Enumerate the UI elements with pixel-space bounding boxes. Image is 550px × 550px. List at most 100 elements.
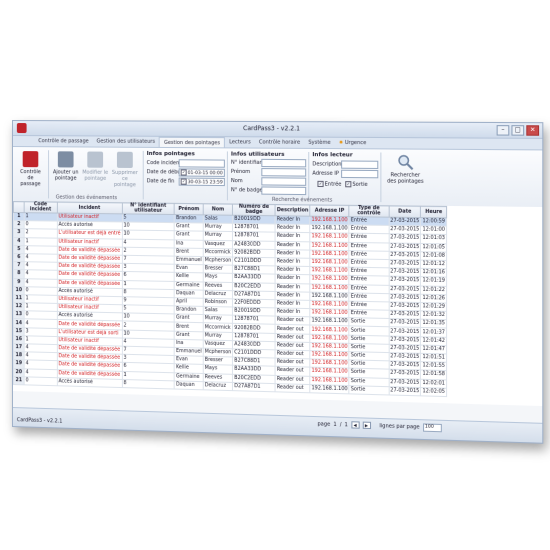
ribbon-separator [227,151,228,200]
edit-pointage-icon [87,152,103,168]
date-fin-label: Date de fin [147,178,175,184]
cell-row-number: 5 [13,245,24,253]
column-header-identifiant[interactable]: N° identifiant utilisateur [122,203,174,215]
column-header-code-incident[interactable]: Code incident [24,202,57,213]
tab-controle-passage[interactable]: Contrôle de passage [34,136,92,146]
description-label: Description [312,161,341,167]
page-total: 1 [345,422,348,428]
tab-systeme[interactable]: Système [304,138,335,148]
app-window: CardPass3 - v2.2.1 – □ ✕ Contrôle de pas… [12,120,543,444]
cell-row-number: 10 [13,286,24,294]
entree-checkbox[interactable]: ✓ [317,181,323,187]
cell-adresse-ip: 192.168.1.100 [310,384,349,393]
infos-pointages-heading: Infos pointages [147,151,195,157]
tab-gestion-pointages[interactable]: Gestion des pointages [159,137,225,148]
column-header-heure[interactable]: Heure [421,206,447,218]
adresse-ip-label: Adresse IP [312,171,339,177]
tab-urgence[interactable]: ✸ Urgence [335,138,371,149]
adresse-ip-input[interactable] [341,170,378,179]
close-button[interactable]: ✕ [526,125,539,136]
ribbon-separator [48,150,49,198]
cell-row-number: 1 [13,213,24,221]
ribbon: Contrôle de passage Ajouter un pointage … [13,147,542,209]
entree-label: Entrée [325,181,342,187]
badge-input[interactable] [261,186,306,195]
column-header-nom[interactable]: Nom [203,204,232,216]
urgence-icon: ✸ [339,140,343,146]
lines-per-page-input[interactable]: 100 [423,423,442,432]
next-page-button[interactable]: ▶ [362,422,370,429]
cell-heure: 12:02:05 [421,387,447,396]
cell-row-number: 7 [13,262,24,270]
cell-code-incident: 0 [24,377,57,386]
ribbon-separator [308,152,309,201]
cell-row-number: 3 [13,229,24,237]
date-fin-input[interactable]: ✓ 30-03-15 23:59 [179,178,225,187]
cell-row-number: 9 [13,278,24,286]
add-pointage-icon [58,151,74,167]
entree-option[interactable]: ✓ Entrée [317,181,341,188]
maximize-button[interactable]: □ [511,125,524,136]
search-icon [397,154,414,171]
page-label: page [317,421,330,428]
date-debut-value: 01-03-15 00:00 [188,171,223,176]
nom-input[interactable] [261,177,306,186]
cell-row-number: 15 [13,327,24,335]
column-header-description[interactable]: Description [275,204,310,216]
date-debut-label: Date de début [147,169,183,175]
sortie-checkbox[interactable]: ✓ [345,181,351,187]
column-header-adresse-ip[interactable]: Adresse IP [310,205,349,217]
cell-heure: 12:00:59 [421,218,447,227]
cell-date: 27-03-2015 [389,386,421,395]
tab-urgence-label: Urgence [345,140,367,146]
column-header-incident[interactable]: Incident [57,202,122,214]
door-icon [23,151,39,167]
cell-type-controle: Sortie [349,385,389,395]
cell-row-number: 4 [13,237,24,245]
cell-heure: 12:01:00 [421,226,447,235]
page-separator: / [340,421,342,427]
search-pointages-button[interactable]: Rechercher des pointages [387,154,424,185]
window-controls: – □ ✕ [497,125,539,136]
cell-row-number: 19 [13,360,24,368]
page-current: 1 [333,421,336,427]
controle-passage-button[interactable]: Contrôle de passage [17,151,44,187]
tab-lecteurs[interactable]: Lecteurs [225,137,255,147]
add-pointage-button[interactable]: Ajouter un pointage [52,151,79,181]
code-incident-input[interactable] [179,159,225,167]
cell-nom: Delacruz [203,381,232,390]
cell-incident: Accès autorisé [57,377,122,387]
add-pointage-label: Ajouter un pointage [53,169,79,181]
cell-row-number: 13 [13,311,24,319]
tab-controle-horaire[interactable]: Contrôle horaire [255,137,304,148]
date-debut-checkbox[interactable]: ✓ [181,169,187,175]
cell-row-number: 16 [13,335,24,343]
column-header-row-number[interactable] [13,202,24,213]
tab-gestion-utilisateurs[interactable]: Gestion des utilisateurs [93,136,159,146]
edit-pointage-button[interactable]: Modifier le pointage [81,151,109,181]
date-debut-input[interactable]: ✓ 01-03-15 00:00 [179,168,225,177]
prenom-input[interactable] [261,168,306,177]
cell-description: Reader out [275,383,310,392]
identifiant-input[interactable] [261,159,306,168]
delete-pointage-icon [117,152,133,168]
prenom-label: Prénom [231,169,250,175]
infos-lecteur-heading: Infos lecteur [312,152,352,158]
date-fin-checkbox[interactable]: ✓ [181,179,187,185]
minimize-button[interactable]: – [497,125,510,136]
column-header-prenom[interactable]: Prénom [174,203,203,215]
column-header-date[interactable]: Date [389,206,421,218]
cell-row-number: 21 [13,376,24,384]
sortie-option[interactable]: ✓ Sortie [345,181,367,188]
prev-page-button[interactable]: ◀ [351,421,359,428]
pager: page 1 / 1 ◀ ▶ [317,420,370,429]
cell-heure: 12:01:05 [421,243,447,252]
column-header-badge[interactable]: Numéro de badge [233,204,275,216]
description-input[interactable] [341,160,378,169]
cell-row-number: 20 [13,368,24,376]
nom-label: Nom [231,178,243,184]
scene: CardPass3 - v2.2.1 – □ ✕ Contrôle de pas… [0,0,550,550]
column-header-type-controle[interactable]: Type de contrôle [349,205,389,217]
delete-pointage-button[interactable]: Supprimer ce pointage [111,152,139,189]
cell-heure: 12:01:03 [421,235,447,244]
